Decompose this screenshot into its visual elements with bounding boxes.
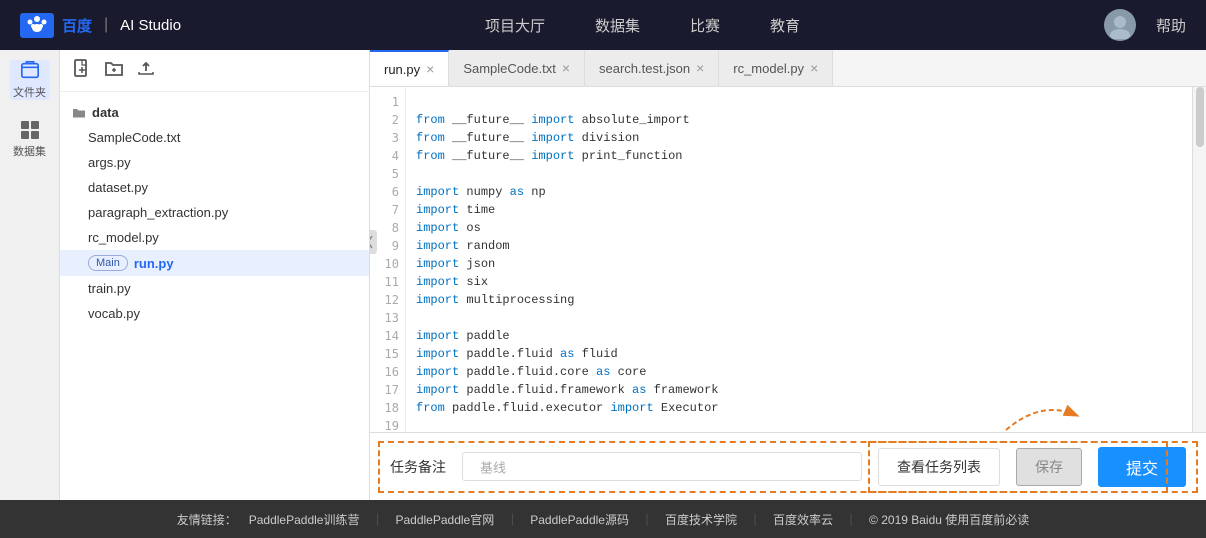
file-tree: data SampleCode.txt args.py dataset.py p… — [60, 92, 369, 500]
footer-link-paddleofficial[interactable]: PaddlePaddle官网 — [395, 511, 494, 528]
tab-searchtest-label: search.test.json — [599, 61, 690, 76]
file-rcmodel[interactable]: rc_model.py — [60, 225, 369, 250]
footer-link-paddlecamp[interactable]: PaddlePaddle训练营 — [249, 511, 360, 528]
footer-divider-2: ｜ — [506, 511, 518, 528]
new-folder-icon[interactable] — [104, 58, 124, 83]
file-samplecode[interactable]: SampleCode.txt — [60, 125, 369, 150]
tab-searchtest[interactable]: search.test.json × — [585, 50, 719, 86]
task-note-label: 任务备注 — [390, 457, 446, 477]
nav-projects[interactable]: 项目大厅 — [485, 15, 545, 36]
footer-divider-3: ｜ — [641, 511, 653, 528]
save-button[interactable]: 保存 — [1016, 448, 1082, 486]
sidebar: 文件夹 数据集 — [0, 50, 60, 500]
file-paragraph[interactable]: paragraph_extraction.py — [60, 200, 369, 225]
scrollbar-thumb[interactable] — [1196, 87, 1204, 147]
footer-copyright: © 2019 Baidu 使用百度前必读 — [869, 511, 1029, 528]
footer-divider-1: ｜ — [371, 511, 383, 528]
nav-competition[interactable]: 比赛 — [690, 15, 720, 36]
file-train[interactable]: train.py — [60, 276, 369, 301]
sidebar-item-files[interactable]: 文件夹 — [10, 60, 50, 100]
footer-link-paddlesrc[interactable]: PaddlePaddle源码 — [530, 511, 629, 528]
file-panel: data SampleCode.txt args.py dataset.py p… — [60, 50, 370, 500]
collapse-handle[interactable] — [370, 230, 377, 254]
line-numbers: 1 2 3 4 5 6 7 8 9 10 11 12 13 14 15 16 1… — [370, 87, 406, 432]
avatar[interactable] — [1104, 9, 1136, 41]
studio-text: AI Studio — [120, 17, 181, 34]
new-file-icon[interactable] — [72, 58, 92, 83]
nav-education[interactable]: 教育 — [770, 15, 800, 36]
tab-rcmodel-label: rc_model.py — [733, 61, 804, 76]
editor-area: run.py × SampleCode.txt × search.test.js… — [370, 50, 1206, 500]
footer-link-baiducloud[interactable]: 百度效率云 — [773, 511, 833, 528]
code-editor[interactable]: 1 2 3 4 5 6 7 8 9 10 11 12 13 14 15 16 1… — [370, 87, 1206, 432]
tab-run-py-label: run.py — [384, 62, 420, 77]
grid-icon — [21, 121, 39, 139]
editor-scrollbar[interactable] — [1192, 87, 1206, 432]
baidu-logo — [20, 13, 54, 38]
main-area: 文件夹 数据集 — [0, 50, 1206, 500]
tab-rcmodel[interactable]: rc_model.py × — [719, 50, 833, 86]
upload-icon[interactable] — [136, 58, 156, 83]
sidebar-item-datasets[interactable]: 数据集 — [10, 120, 50, 160]
tab-samplecode[interactable]: SampleCode.txt × — [449, 50, 585, 86]
tab-rcmodel-close[interactable]: × — [810, 61, 818, 75]
file-vocab[interactable]: vocab.py — [60, 301, 369, 326]
nav-datasets[interactable]: 数据集 — [595, 15, 640, 36]
file-runpy[interactable]: Main run.py — [60, 250, 369, 276]
tab-run-py-close[interactable]: × — [426, 62, 434, 76]
file-panel-toolbar — [60, 50, 369, 92]
baidu-text: 百度 — [62, 15, 92, 36]
nav-right: 帮助 — [1104, 9, 1186, 41]
top-navigation: 百度 | AI Studio 项目大厅 数据集 比赛 教育 帮助 — [0, 0, 1206, 50]
tabs: run.py × SampleCode.txt × search.test.js… — [370, 50, 1206, 87]
tab-samplecode-label: SampleCode.txt — [463, 61, 556, 76]
file-args[interactable]: args.py — [60, 150, 369, 175]
view-tasks-button[interactable]: 查看任务列表 — [878, 448, 1000, 486]
sidebar-files-label: 文件夹 — [13, 84, 46, 100]
footer-divider-4: ｜ — [749, 511, 761, 528]
code-content[interactable]: from __future__ import absolute_import f… — [406, 87, 1192, 432]
tab-samplecode-close[interactable]: × — [562, 61, 570, 75]
help-link[interactable]: 帮助 — [1156, 15, 1186, 36]
footer-divider-5: ｜ — [845, 511, 857, 528]
main-badge: Main — [88, 255, 128, 271]
baseline-input[interactable] — [462, 452, 862, 481]
folder-name: data — [92, 105, 119, 120]
tab-run-py[interactable]: run.py × — [370, 50, 449, 86]
task-bar: 任务备注 基线 查看任务列表 保存 提交 — [370, 432, 1206, 500]
submit-button[interactable]: 提交 — [1098, 447, 1186, 487]
footer: 友情链接： PaddlePaddle训练营 ｜ PaddlePaddle官网 ｜… — [0, 500, 1206, 538]
sidebar-datasets-label: 数据集 — [13, 143, 46, 159]
footer-prefix: 友情链接： — [177, 511, 237, 528]
tab-searchtest-close[interactable]: × — [696, 61, 704, 75]
folder-data[interactable]: data — [60, 100, 369, 125]
nav-items: 项目大厅 数据集 比赛 教育 — [221, 15, 1064, 36]
footer-link-baidutech[interactable]: 百度技术学院 — [665, 511, 737, 528]
logo-divider: | — [104, 16, 108, 34]
logo-area: 百度 | AI Studio — [20, 13, 181, 38]
file-dataset[interactable]: dataset.py — [60, 175, 369, 200]
